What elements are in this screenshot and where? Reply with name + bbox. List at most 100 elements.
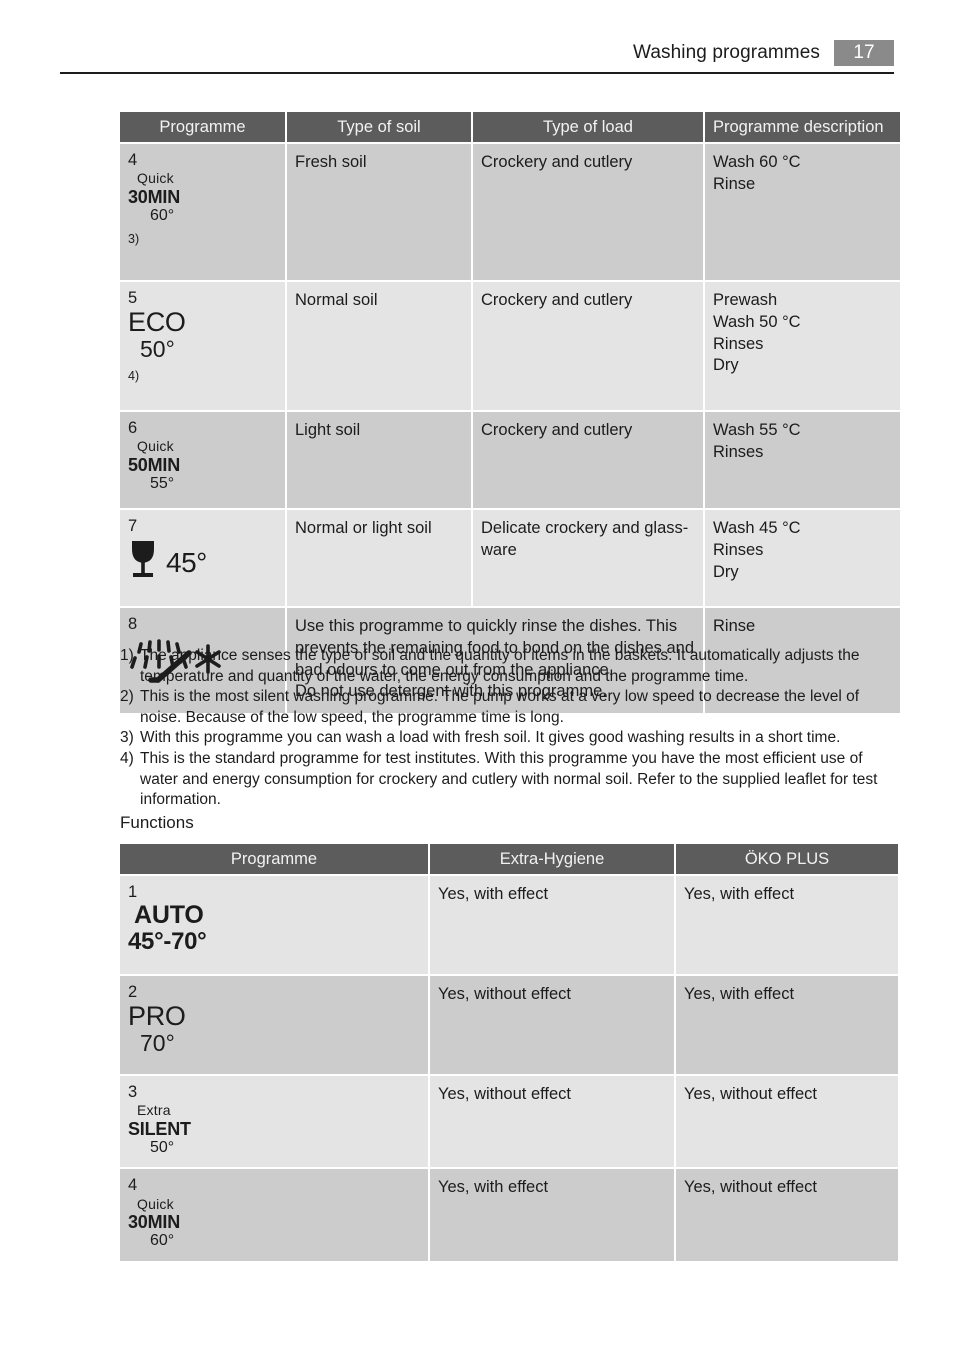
cell-oko-plus: Yes, without effect xyxy=(676,1169,898,1261)
cell-type-of-soil: Normal or light soil xyxy=(287,510,471,606)
cell-type-of-soil: Fresh soil xyxy=(287,144,471,280)
cell-extra-hygiene: Yes, without effect xyxy=(430,1076,674,1168)
programme-label: Quick 50MIN 55° xyxy=(128,438,277,493)
table-row: 6 Quick 50MIN 55° Light soil Crockery an… xyxy=(120,412,900,508)
programmes-table: Programme Type of soil Type of load Prog… xyxy=(118,110,902,716)
programme-number: 4 xyxy=(128,151,138,169)
programme-label: 45° xyxy=(128,537,277,588)
footnote-marker: 4) xyxy=(120,750,134,768)
table-header-row: Programme Extra-Hygiene ÖKO PLUS xyxy=(120,844,898,874)
programme-label-line1: Quick xyxy=(137,438,174,455)
table-row: 1 AUTO 45°-70° Yes, with effect Yes, wit… xyxy=(120,876,898,974)
programme-label: Quick 30MIN 60° xyxy=(128,1196,420,1251)
programme-number: 5 xyxy=(128,289,138,307)
page-title: Washing programmes xyxy=(633,42,820,63)
programme-number: 4 xyxy=(128,1176,138,1195)
functions-table: Programme Extra-Hygiene ÖKO PLUS 1 AUTO … xyxy=(118,842,900,1263)
programme-label-temperature: 45° xyxy=(166,546,207,578)
table-row: 3 Extra SILENT 50° Yes, without effect Y… xyxy=(120,1076,898,1168)
programme-label-pro: PRO xyxy=(128,1001,186,1032)
cell-programme: 4 Quick 30MIN 60° xyxy=(120,1169,428,1261)
programme-number: 2 xyxy=(128,983,138,1001)
cell-programme-description: Prewash Wash 50 °C Rinses Dry xyxy=(705,282,900,410)
cell-programme: 2 PRO 70° xyxy=(120,976,428,1074)
cell-oko-plus: Yes, without effect xyxy=(676,1076,898,1168)
cell-programme: 5 ECO 50° 4) xyxy=(120,282,285,410)
functions-heading: Functions xyxy=(120,813,194,832)
programme-number: 7 xyxy=(128,517,138,535)
cell-type-of-load: Crockery and cutlery xyxy=(473,412,703,508)
table-row: 2 PRO 70° Yes, without effect Yes, with … xyxy=(120,976,898,1074)
cell-extra-hygiene: Yes, with effect xyxy=(430,1169,674,1261)
footnotes-list: 1) The appliance senses the type of soil… xyxy=(120,646,898,811)
cell-programme: 1 AUTO 45°-70° xyxy=(120,876,428,974)
column-header-type-of-load: Type of load xyxy=(473,112,703,142)
cell-type-of-load: Crockery and cutlery xyxy=(473,144,703,280)
page-number-badge: 17 xyxy=(834,40,894,66)
wine-glass-icon xyxy=(128,537,158,588)
cell-type-of-soil: Light soil xyxy=(287,412,471,508)
footnote-text: This is the standard programme for test … xyxy=(140,750,878,809)
cell-programme-description: Wash 60 °C Rinse xyxy=(705,144,900,280)
programme-label: Extra SILENT 50° xyxy=(128,1102,420,1157)
programme-label: Quick 30MIN 60° xyxy=(128,170,277,225)
programme-label-line2: 30MIN xyxy=(128,186,181,207)
programme-label-line3: 60° xyxy=(150,206,175,224)
table-row: 5 ECO 50° 4) Normal soil Crockery and cu… xyxy=(120,282,900,410)
footnote-item: 4) This is the standard programme for te… xyxy=(120,749,898,811)
footnote-item: 2) This is the most silent washing progr… xyxy=(120,687,898,728)
programme-label-line2: 50MIN xyxy=(128,454,181,475)
footnote-item: 1) The appliance senses the type of soil… xyxy=(120,646,898,687)
programme-label-line1: Extra xyxy=(137,1102,171,1119)
column-header-type-of-soil: Type of soil xyxy=(287,112,471,142)
programme-label-line1: Quick xyxy=(137,170,174,187)
column-header-programme: Programme xyxy=(120,844,428,874)
programme-label-temperature: 45°-70° xyxy=(128,928,207,956)
cell-programme: 4 Quick 30MIN 60° 3) xyxy=(120,144,285,280)
programme-number: 1 xyxy=(128,883,138,901)
programme-label-eco: ECO xyxy=(128,307,186,338)
table-row: 4 Quick 30MIN 60° 3) Fresh soil Crockery… xyxy=(120,144,900,280)
footnote-text: This is the most silent washing programm… xyxy=(140,688,860,726)
programme-label-line2: SILENT xyxy=(128,1118,191,1139)
programme-label-temperature: 50° xyxy=(140,336,175,363)
cell-programme: 7 45° xyxy=(120,510,285,606)
header-divider xyxy=(60,72,894,74)
cell-oko-plus: Yes, with effect xyxy=(676,976,898,1074)
footnote-marker: 3) xyxy=(120,729,134,747)
footnote-text: With this programme you can wash a load … xyxy=(140,729,841,747)
footnote-reference: 4) xyxy=(128,369,140,384)
programme-label-line2: 30MIN xyxy=(128,1212,181,1233)
programme-label-line3: 50° xyxy=(150,1138,175,1156)
programme-label-auto: AUTO xyxy=(134,901,204,930)
cell-programme: 6 Quick 50MIN 55° xyxy=(120,412,285,508)
cell-type-of-load: Crockery and cutlery xyxy=(473,282,703,410)
footnote-marker: 1) xyxy=(120,647,134,664)
cell-oko-plus: Yes, with effect xyxy=(676,876,898,974)
programme-number: 8 xyxy=(128,615,138,633)
table-row: 4 Quick 30MIN 60° Yes, with effect Yes, … xyxy=(120,1169,898,1261)
footnote-marker: 2) xyxy=(120,688,134,706)
cell-extra-hygiene: Yes, with effect xyxy=(430,876,674,974)
cell-programme: 3 Extra SILENT 50° xyxy=(120,1076,428,1168)
programme-number: 3 xyxy=(128,1083,138,1101)
cell-extra-hygiene: Yes, without effect xyxy=(430,976,674,1074)
table-header-row: Programme Type of soil Type of load Prog… xyxy=(120,112,900,142)
programme-label-line3: 55° xyxy=(150,474,175,492)
cell-programme-description: Wash 55 °C Rinses xyxy=(705,412,900,508)
page-header: Washing programmes 17 xyxy=(60,36,894,70)
cell-type-of-soil: Normal soil xyxy=(287,282,471,410)
programme-label-temperature: 70° xyxy=(140,1030,175,1057)
column-header-oko-plus: ÖKO PLUS xyxy=(676,844,898,874)
programme-number: 6 xyxy=(128,419,138,437)
cell-type-of-load: Delicate crockery and glass-ware xyxy=(473,510,703,606)
programme-label-line3: 60° xyxy=(150,1232,175,1250)
footnote-text: The appliance senses the type of soil an… xyxy=(140,647,860,685)
footnote-reference: 3) xyxy=(128,232,140,247)
column-header-programme-description: Programme description xyxy=(705,112,900,142)
footnote-item: 3) With this programme you can wash a lo… xyxy=(120,728,898,749)
table-row: 7 45° Normal or light soil Delicate croc… xyxy=(120,510,900,606)
column-header-programme: Programme xyxy=(120,112,285,142)
cell-programme-description: Wash 45 °C Rinses Dry xyxy=(705,510,900,606)
programme-label-line1: Quick xyxy=(137,1195,174,1212)
